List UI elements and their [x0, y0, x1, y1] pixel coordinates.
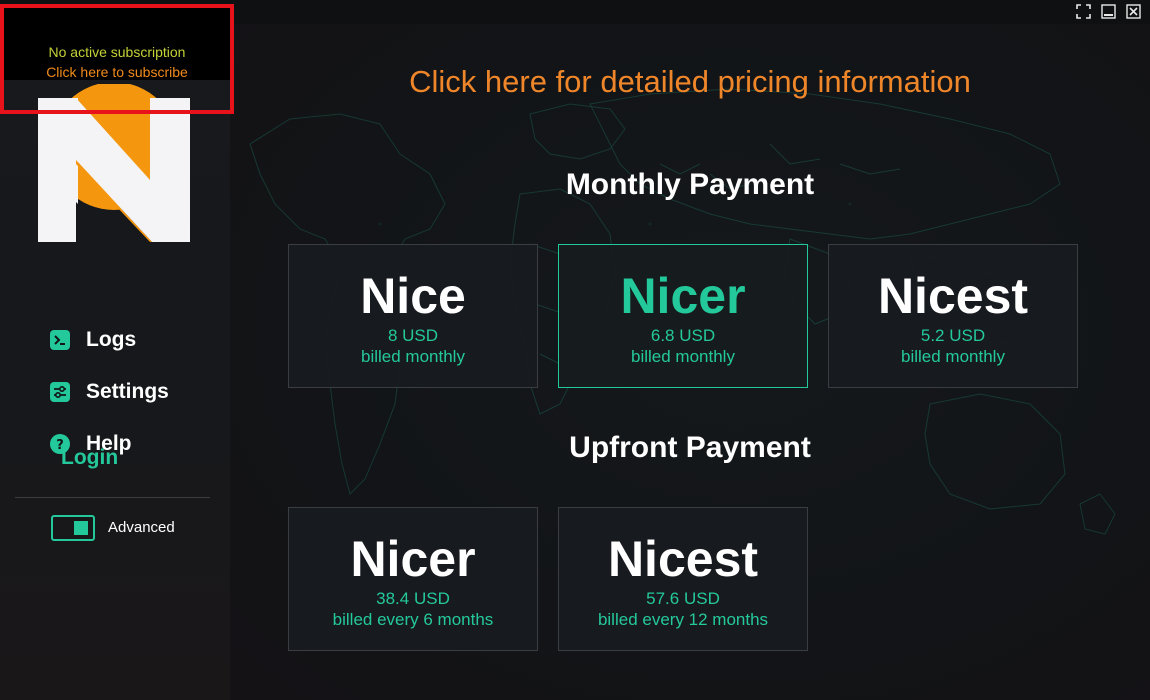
toggle-knob [74, 521, 88, 535]
minimize-icon[interactable] [1100, 3, 1117, 20]
terminal-icon [50, 330, 70, 350]
plan-billing: billed monthly [901, 347, 1005, 366]
app-window: Logs Settings ? Help Login Advanced No a… [0, 0, 1150, 700]
plan-price: 8 USD [387, 326, 439, 345]
plan-price: 57.6 USD [646, 589, 720, 608]
sidebar-item-settings[interactable]: Settings [50, 366, 169, 418]
plan-name: Nicer [350, 531, 476, 587]
fullscreen-icon[interactable] [1075, 3, 1092, 20]
sliders-icon [50, 382, 70, 402]
subscription-banner[interactable]: No active subscription Click here to sub… [0, 4, 234, 114]
subscription-status: No active subscription [48, 44, 186, 60]
window-controls [1075, 3, 1142, 20]
plan-name: Nicer [620, 268, 746, 324]
sidebar-item-logs[interactable]: Logs [50, 314, 169, 366]
upfront-payment-title: Upfront Payment [569, 431, 811, 464]
upfront-plan-nicer[interactable]: Nicer 38.4 USD billed every 6 months [288, 507, 538, 651]
pricing-info-link[interactable]: Click here for detailed pricing informat… [230, 64, 1150, 100]
plan-name: Nicest [877, 268, 1029, 324]
plan-price: 38.4 USD [376, 589, 450, 608]
monthly-plan-nicest[interactable]: Nicest 5.2 USD billed monthly [828, 244, 1078, 388]
plan-price: 5.2 USD [920, 326, 986, 345]
monthly-plan-nice[interactable]: Nice 8 USD billed monthly [288, 244, 538, 388]
plan-name: Nicest [607, 531, 759, 587]
plan-name: Nice [360, 268, 466, 324]
login-link[interactable]: Login [61, 446, 118, 470]
advanced-label: Advanced [108, 519, 175, 536]
plan-billing: billed monthly [631, 347, 735, 366]
sidebar-divider [15, 497, 210, 498]
plan-billing: billed every 12 months [597, 610, 769, 629]
plan-billing: billed monthly [361, 347, 465, 366]
close-icon[interactable] [1125, 3, 1142, 20]
sidebar-item-label: Settings [86, 380, 169, 403]
plan-price: 6.8 USD [650, 326, 716, 345]
monthly-payment-title: Monthly Payment [565, 168, 815, 201]
sidebar-item-label: Logs [86, 328, 137, 351]
plan-billing: billed every 6 months [332, 610, 494, 629]
upfront-plan-nicest[interactable]: Nicest 57.6 USD billed every 12 months [558, 507, 808, 651]
pricing-panel: Click here for detailed pricing informat… [230, 24, 1150, 700]
advanced-toggle[interactable] [51, 515, 95, 541]
subscribe-link[interactable]: Click here to subscribe [4, 64, 230, 80]
monthly-plan-nicer[interactable]: Nicer 6.8 USD billed monthly [558, 244, 808, 388]
